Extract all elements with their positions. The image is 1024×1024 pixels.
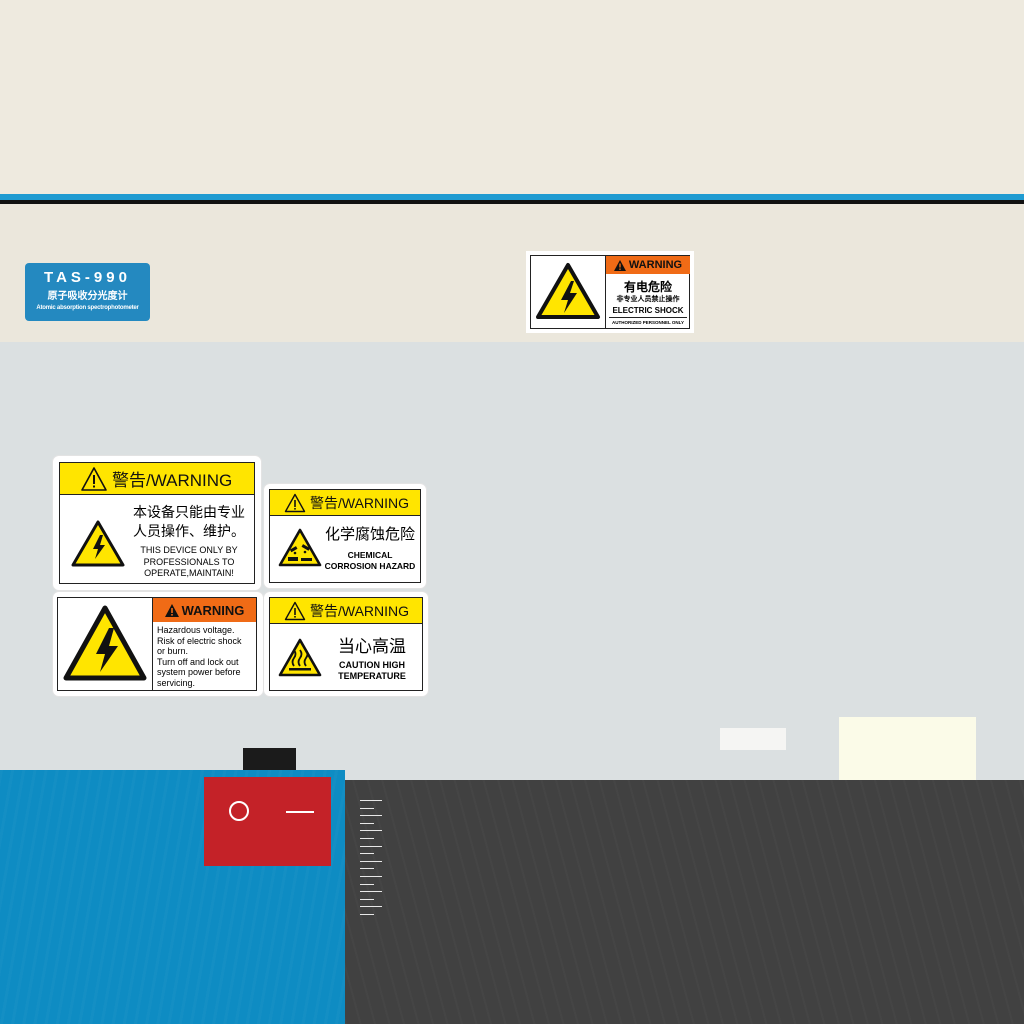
connector-tab (243, 748, 296, 772)
text-line-3: or burn. (157, 646, 189, 656)
exclamation-triangle-icon (284, 601, 306, 621)
text-line-1: Hazardous voltage. (157, 625, 235, 635)
power-off-circle-icon[interactable] (229, 801, 249, 821)
exclamation-triangle-icon (81, 467, 107, 491)
text-en-line-3: OPERATE,MAINTAIN! (144, 568, 234, 578)
text-line-6: servicing. (157, 677, 196, 688)
text-en-line-2: CORROSION HAZARD (324, 561, 416, 571)
model-number: TAS-990 (44, 269, 131, 286)
grille-tick (360, 815, 382, 817)
grille-tick (360, 868, 374, 870)
model-name-cn: 原子吸收分光度计 (47, 291, 128, 302)
grille-tick (360, 838, 374, 839)
access-panel (839, 717, 976, 780)
professionals-only-label: 警告/WARNING 本设备只能由专业 人员操作、维护。 THIS DEVICE… (53, 456, 261, 590)
text-cn-line-2: 人员操作、维护。 (133, 523, 245, 539)
text-line-2: Risk of electric shock (157, 635, 242, 646)
text-en-line-1: CAUTION HIGH (339, 660, 405, 670)
exclamation-triangle-icon (613, 259, 626, 271)
corrosion-warning-icon (278, 528, 322, 567)
top-panel (0, 0, 1024, 194)
text-cn-line-1: 本设备只能由专业 (133, 504, 245, 520)
power-on-line-icon[interactable] (286, 811, 314, 813)
grille-tick (360, 800, 382, 801)
grille-tick (360, 876, 382, 877)
text-en-line-1: THIS DEVICE ONLY BY (140, 545, 238, 555)
grille-tick (360, 914, 374, 915)
hot-surface-warning-icon (278, 638, 322, 677)
title-en: ELECTRIC SHOCK (612, 306, 684, 315)
power-switch[interactable] (204, 777, 331, 866)
divider (609, 317, 687, 318)
text-line-5: system power before (157, 667, 241, 677)
grille-tick (360, 845, 382, 847)
grille-tick (360, 853, 374, 855)
text-en-line-2: PROFESSIONALS TO (143, 556, 235, 567)
title-cn: 有电危险 (623, 280, 672, 294)
base-panel-dark (345, 780, 1024, 1024)
front-band (0, 204, 1024, 342)
sample-slot (720, 728, 786, 750)
grille-tick (360, 898, 374, 900)
model-name-en: Atomic absorption spectrophotometer (36, 305, 139, 311)
grille-tick (360, 883, 374, 885)
grille-tick (360, 807, 374, 809)
high-voltage-warning-icon (71, 520, 125, 567)
grille-tick (360, 822, 374, 824)
grille-tick (360, 906, 382, 908)
exclamation-triangle-icon (164, 603, 179, 617)
subtitle-cn: 非专业人员禁止操作 (616, 296, 680, 303)
grille-tick (360, 830, 382, 832)
warning-header: WARNING (606, 256, 690, 274)
exclamation-triangle-icon (284, 493, 306, 513)
warning-header: WARNING (153, 598, 256, 622)
vent-grille (360, 800, 386, 922)
model-badge: TAS-990 原子吸收分光度计 Atomic absorption spect… (25, 263, 150, 321)
text-line-4: Turn off and lock out (157, 656, 239, 667)
text-cn: 化学腐蚀危险 (324, 526, 415, 543)
hazardous-voltage-label: WARNING Hazardous voltage. Risk of elect… (53, 592, 263, 696)
grille-tick (360, 860, 382, 862)
high-temperature-label: 警告/WARNING 当心高温 CAUTION HIGH TEMPERATURE (264, 592, 428, 696)
subtitle-en: AUTHORIZED PERSONNEL ONLY (611, 320, 684, 325)
high-voltage-warning-icon (63, 605, 147, 681)
text-en-line-1: CHEMICAL (347, 550, 393, 560)
grille-tick (360, 891, 382, 893)
text-en-line-2: TEMPERATURE (338, 671, 406, 681)
text-cn: 当心高温 (338, 637, 406, 656)
high-voltage-warning-icon (536, 263, 600, 319)
electric-shock-label: WARNING 有电危险 非专业人员禁止操作 ELECTRIC SHOCK AU… (526, 251, 694, 333)
chemical-corrosion-label: 警告/WARNING 化学腐蚀危险 CHEMICAL CORROSION HAZ… (264, 484, 426, 588)
